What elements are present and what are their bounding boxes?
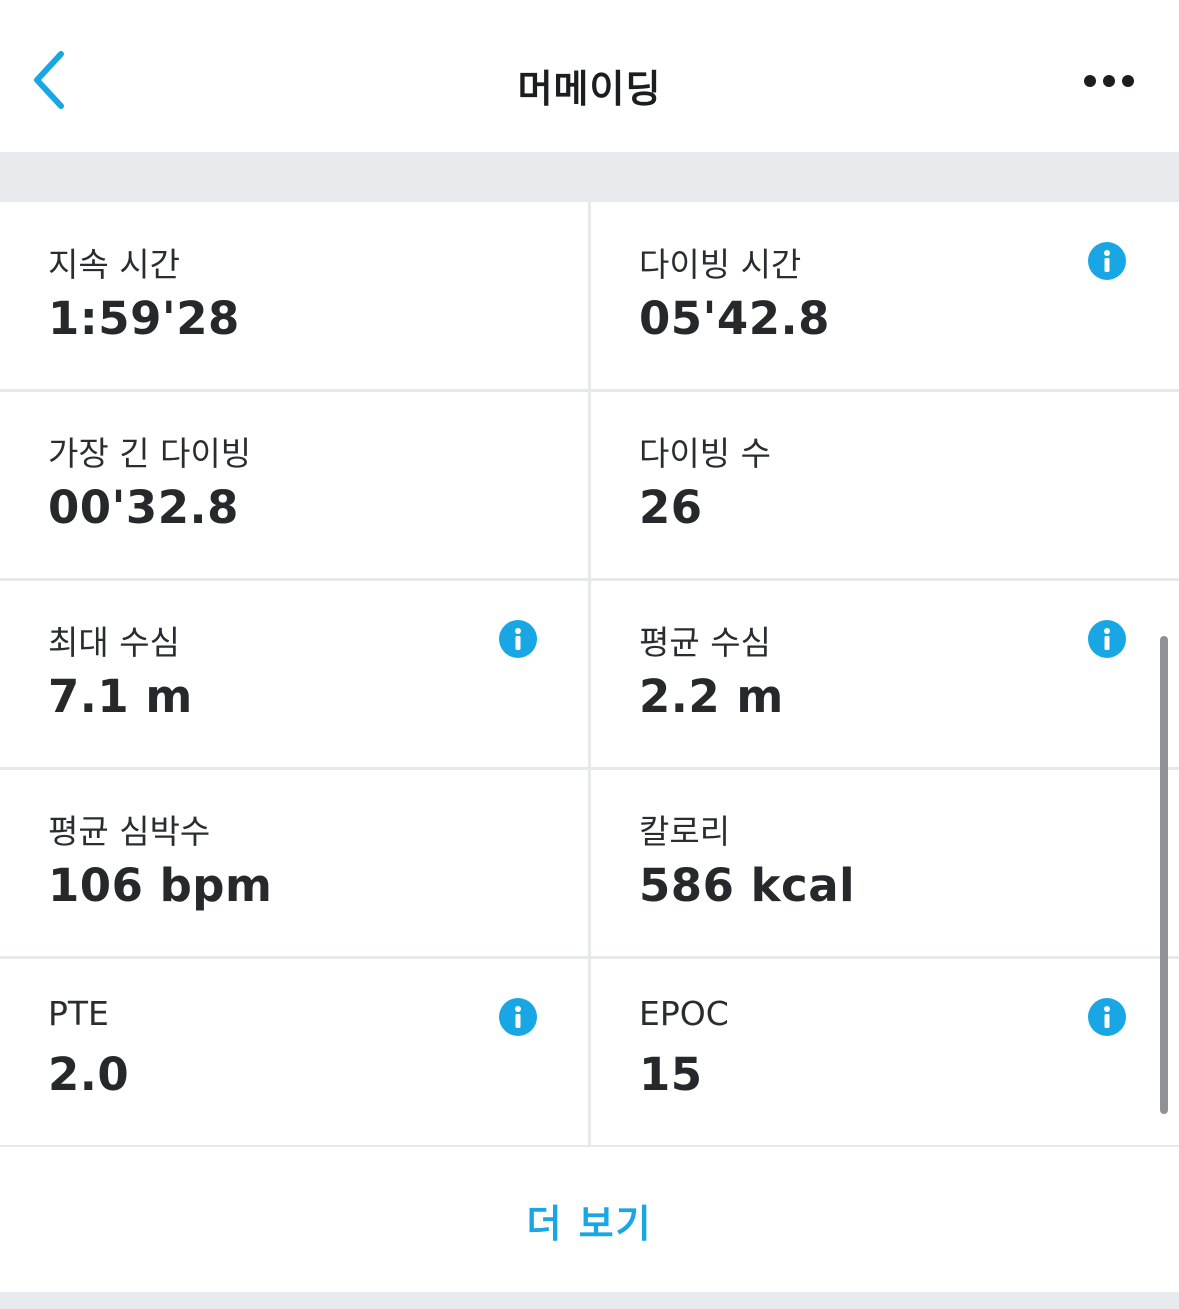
stat-label: PTE bbox=[48, 994, 109, 1033]
stat-cell-duration: 지속 시간 1:59'28 bbox=[0, 202, 588, 390]
stat-cell-calories: 칼로리 586 kcal bbox=[591, 769, 1179, 957]
stat-label: 가장 긴 다이빙 bbox=[48, 434, 252, 473]
info-icon[interactable] bbox=[499, 998, 537, 1036]
row-divider bbox=[0, 1145, 1179, 1147]
more-horizontal-icon bbox=[1084, 75, 1134, 87]
page-title: 머메이딩 bbox=[517, 67, 662, 111]
more-options-button[interactable] bbox=[1076, 58, 1142, 104]
stat-value: 7.1 m bbox=[48, 670, 193, 723]
stat-label: 평균 심박수 bbox=[48, 812, 211, 851]
section-divider bbox=[0, 152, 1179, 202]
stat-cell-avg-heart-rate: 평균 심박수 106 bpm bbox=[0, 769, 588, 957]
info-icon[interactable] bbox=[1088, 998, 1126, 1036]
stat-value: 05'42.8 bbox=[639, 292, 830, 345]
stat-cell-epoc: EPOC 15 bbox=[591, 958, 1179, 1146]
stat-value: 1:59'28 bbox=[48, 292, 240, 345]
stat-cell-avg-depth: 평균 수심 2.2 m bbox=[591, 580, 1179, 768]
info-icon[interactable] bbox=[1088, 620, 1126, 658]
stat-cell-dive-count: 다이빙 수 26 bbox=[591, 391, 1179, 579]
stat-label: 지속 시간 bbox=[48, 245, 180, 284]
stat-label: 최대 수심 bbox=[48, 623, 180, 662]
stat-label: EPOC bbox=[639, 994, 729, 1033]
activity-detail-page: 머메이딩 지속 시간 1:59'28 다이빙 시간 05'42.8 가장 긴 다… bbox=[0, 0, 1179, 1309]
stat-value: 106 bpm bbox=[48, 859, 273, 912]
stat-label: 다이빙 시간 bbox=[639, 245, 802, 284]
stat-cell-max-depth: 최대 수심 7.1 m bbox=[0, 580, 588, 768]
stat-label: 평균 수심 bbox=[639, 623, 771, 662]
stat-label: 다이빙 수 bbox=[639, 434, 771, 473]
section-divider bbox=[0, 1292, 1179, 1309]
scrollbar[interactable] bbox=[1160, 636, 1168, 1114]
stats-grid: 지속 시간 1:59'28 다이빙 시간 05'42.8 가장 긴 다이빙 00… bbox=[0, 202, 1179, 1147]
info-icon[interactable] bbox=[499, 620, 537, 658]
stat-value: 00'32.8 bbox=[48, 481, 239, 534]
stat-value: 2.2 m bbox=[639, 670, 784, 723]
stat-cell-dive-time: 다이빙 시간 05'42.8 bbox=[591, 202, 1179, 390]
stat-value: 15 bbox=[639, 1048, 703, 1101]
info-icon[interactable] bbox=[1088, 242, 1126, 280]
stat-cell-pte: PTE 2.0 bbox=[0, 958, 588, 1146]
show-more-button[interactable]: 더 보기 bbox=[0, 1148, 1179, 1292]
stat-cell-longest-dive: 가장 긴 다이빙 00'32.8 bbox=[0, 391, 588, 579]
top-bar: 머메이딩 bbox=[0, 0, 1179, 152]
stat-value: 2.0 bbox=[48, 1048, 130, 1101]
stat-value: 586 kcal bbox=[639, 859, 855, 912]
stat-value: 26 bbox=[639, 481, 703, 534]
stat-label: 칼로리 bbox=[639, 812, 731, 851]
